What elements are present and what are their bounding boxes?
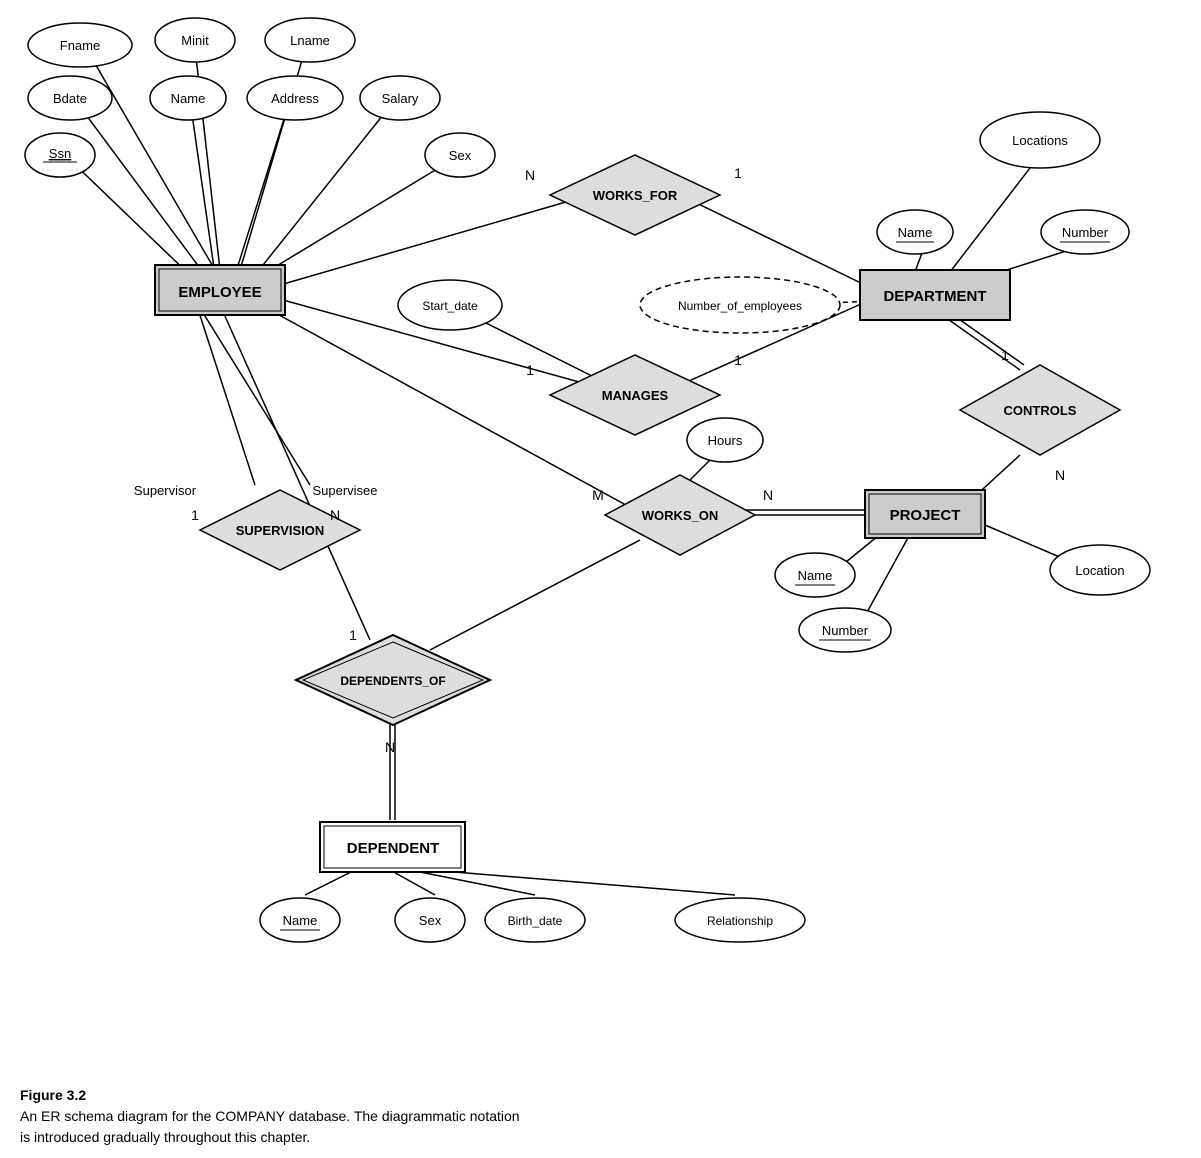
fname-attr: Fname bbox=[60, 38, 100, 53]
dependents-of-n: N bbox=[385, 739, 395, 755]
er-diagram-svg: EMPLOYEE DEPARTMENT PROJECT DEPENDENT WO… bbox=[0, 0, 1201, 1100]
project-label: PROJECT bbox=[890, 507, 961, 524]
manages-1-left: 1 bbox=[526, 362, 534, 378]
emp-sex-attr: Sex bbox=[449, 148, 472, 163]
employee-label: EMPLOYEE bbox=[178, 284, 261, 301]
manages-1-right: 1 bbox=[734, 352, 742, 368]
works-for-1: 1 bbox=[734, 165, 742, 181]
dependents-of-label: DEPENDENTS_OF bbox=[340, 674, 445, 688]
department-label: DEPARTMENT bbox=[883, 288, 986, 305]
emp-name-attr: Name bbox=[171, 91, 206, 106]
ssn-attr: Ssn bbox=[49, 146, 71, 161]
hours-attr: Hours bbox=[708, 433, 743, 448]
supervision-n: N bbox=[330, 507, 340, 523]
dependent-label: DEPENDENT bbox=[347, 840, 440, 857]
dep-sex-attr: Sex bbox=[419, 913, 442, 928]
manages-label: MANAGES bbox=[602, 388, 669, 403]
caption-line1: An ER schema diagram for the COMPANY dat… bbox=[20, 1108, 520, 1124]
supervision-label: SUPERVISION bbox=[236, 523, 325, 538]
supervision-1: 1 bbox=[191, 507, 199, 523]
dependents-of-1: 1 bbox=[349, 627, 357, 643]
works-on-label: WORKS_ON bbox=[642, 508, 719, 523]
proj-name-attr: Name bbox=[798, 568, 833, 583]
locations-attr: Locations bbox=[1012, 133, 1068, 148]
location-attr: Location bbox=[1075, 563, 1124, 578]
start-date-attr: Start_date bbox=[422, 299, 478, 313]
works-on-n: N bbox=[763, 487, 773, 503]
caption-line2: is introduced gradually throughout this … bbox=[20, 1129, 310, 1145]
controls-n: N bbox=[1055, 467, 1065, 483]
address-attr: Address bbox=[271, 91, 319, 106]
relationship-attr: Relationship bbox=[707, 914, 773, 928]
caption-title: Figure 3.2 bbox=[20, 1087, 86, 1103]
supervisee-label: Supervisee bbox=[312, 483, 377, 498]
salary-attr: Salary bbox=[382, 91, 419, 106]
num-employees-attr: Number_of_employees bbox=[678, 299, 802, 313]
works-on-m: M bbox=[592, 487, 604, 503]
supervisor-label: Supervisor bbox=[134, 483, 197, 498]
lname-attr: Lname bbox=[290, 33, 330, 48]
dept-number-attr: Number bbox=[1062, 225, 1109, 240]
works-for-label: WORKS_FOR bbox=[593, 188, 678, 203]
dep-name-attr: Name bbox=[283, 913, 318, 928]
birth-date-attr: Birth_date bbox=[508, 914, 563, 928]
minit-attr: Minit bbox=[181, 33, 209, 48]
controls-label: CONTROLS bbox=[1004, 403, 1077, 418]
dept-name-attr: Name bbox=[898, 225, 933, 240]
controls-1: 1 bbox=[1001, 347, 1009, 363]
proj-number-attr: Number bbox=[822, 623, 869, 638]
er-diagram-container: EMPLOYEE DEPARTMENT PROJECT DEPENDENT WO… bbox=[0, 0, 1201, 1100]
bdate-attr: Bdate bbox=[53, 91, 87, 106]
figure-caption: Figure 3.2 An ER schema diagram for the … bbox=[20, 1085, 520, 1148]
works-for-n: N bbox=[525, 167, 535, 183]
